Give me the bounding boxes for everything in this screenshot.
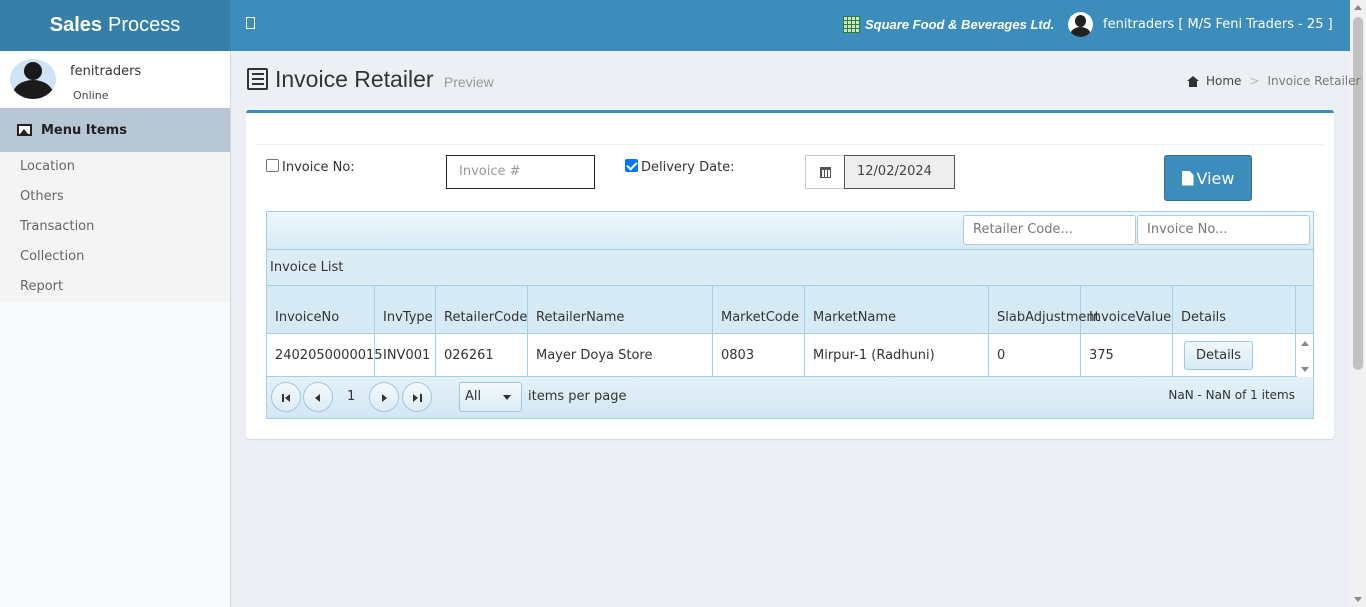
page-subtitle: Preview: [443, 74, 494, 90]
column-header-invoice-no[interactable]: Invoice No: [267, 286, 375, 333]
column-header-inv-type[interactable]: Inv Type: [375, 286, 436, 333]
cell-market-name: Mirpur-1 (Radhuni): [805, 334, 989, 376]
menu-header-label: Menu Items: [41, 122, 127, 138]
scroll-down-icon[interactable]: [1354, 597, 1362, 602]
image-icon: [17, 124, 32, 136]
top-navbar: Sales Process Square Food & Beverages Lt…: [0, 0, 1350, 51]
current-page[interactable]: 1: [347, 389, 355, 404]
sidebar-item-collection[interactable]: Collection: [0, 242, 230, 272]
breadcrumb: Home > Invoice Retailer: [1187, 74, 1360, 88]
user-menu-label: fenitraders [ M/S Feni Traders - 25 ]: [1103, 17, 1333, 32]
avatar: [10, 59, 56, 99]
brand-bold: Sales: [49, 14, 102, 36]
list-icon: [247, 68, 268, 90]
breadcrumb-current: Invoice Retailer: [1267, 74, 1361, 88]
invoice-grid: Retailer Code... Invoice No... Invoice L…: [266, 211, 1314, 419]
sidebar-user-name: fenitraders: [70, 64, 142, 79]
cell-slab-adjustment: 0: [989, 334, 1081, 376]
last-page-button[interactable]: [402, 382, 432, 412]
items-per-page-label: items per page: [528, 389, 627, 404]
page-scrollbar[interactable]: [1350, 0, 1366, 607]
sidebar-item-report[interactable]: Report: [0, 272, 230, 302]
delivery-date-label: Delivery Date:: [641, 160, 735, 175]
column-header-details: Details: [1173, 286, 1296, 333]
delivery-date-input[interactable]: 12/02/2024: [844, 155, 955, 189]
grid-pager: 1 All items per page NaN - NaN of 1 item…: [267, 377, 1313, 418]
sidebar-item-location[interactable]: Location: [0, 152, 230, 182]
invoice-no-label: Invoice No:: [282, 160, 355, 175]
menu-header[interactable]: Menu Items: [0, 108, 230, 152]
home-icon: [1187, 75, 1199, 87]
grid-scroll-up-icon[interactable]: [1301, 341, 1309, 346]
delivery-date-checkbox[interactable]: [625, 159, 638, 172]
calendar-icon[interactable]: [805, 155, 845, 189]
cell-retailer-code: 026261: [436, 334, 528, 376]
file-icon: [1181, 170, 1194, 186]
column-header-invoice-value[interactable]: Invoice Value: [1081, 286, 1173, 333]
grid-toolbar: Retailer Code... Invoice No...: [267, 212, 1313, 250]
page-size-select[interactable]: All: [459, 382, 522, 412]
column-header-market-code[interactable]: Market Code: [713, 286, 805, 333]
table-row[interactable]: 2402050000015 INV001 026261 Mayer Doya S…: [267, 334, 1313, 377]
user-avatar-icon: [1068, 12, 1093, 37]
user-menu[interactable]: fenitraders [ M/S Feni Traders - 25 ]: [1068, 12, 1333, 37]
invoice-no-input[interactable]: Invoice #: [446, 155, 595, 189]
breadcrumb-separator: >: [1249, 74, 1260, 88]
sidebar-toggle-icon[interactable]: [246, 17, 255, 29]
view-button-label: View: [1196, 168, 1235, 188]
user-status: Online: [73, 89, 109, 102]
box-divider: [256, 144, 1324, 145]
company-logo-icon: [843, 16, 860, 33]
first-page-icon: [282, 394, 284, 402]
cell-market-code: 0803: [713, 334, 805, 376]
sidebar-item-others[interactable]: Others: [0, 182, 230, 212]
prev-page-button[interactable]: [303, 382, 333, 412]
app-brand[interactable]: Sales Process: [0, 0, 230, 51]
scroll-up-icon[interactable]: [1354, 5, 1362, 10]
page-title-text: Invoice Retailer: [275, 66, 434, 92]
pager-info: NaN - NaN of 1 items: [1168, 388, 1295, 402]
cell-inv-type: INV001: [375, 334, 436, 376]
company-label: Square Food & Beverages Ltd.: [865, 17, 1055, 32]
breadcrumb-home[interactable]: Home: [1206, 74, 1241, 88]
invoice-box: Invoice No: Invoice # Delivery Date: 12/…: [246, 110, 1334, 439]
company-name: Square Food & Beverages Ltd.: [843, 16, 1054, 33]
page-title: Invoice Retailer Preview: [275, 66, 494, 93]
grid-scroll-down-icon[interactable]: [1301, 367, 1309, 372]
menu-list: Location Others Transaction Collection R…: [0, 152, 230, 302]
retailer-code-search-input[interactable]: Retailer Code...: [963, 215, 1136, 245]
column-header-retailer-name[interactable]: RetailerName: [528, 286, 713, 333]
grid-title: Invoice List: [267, 250, 1313, 286]
invoice-no-checkbox[interactable]: [266, 159, 279, 172]
cell-invoice-value: 375: [1081, 334, 1173, 376]
cell-invoice-no: 2402050000015: [267, 334, 383, 376]
next-page-button[interactable]: [369, 382, 399, 412]
column-header-retailer-code[interactable]: Retailer Code: [436, 286, 528, 333]
prev-page-icon: [315, 394, 320, 402]
brand-rest: Process: [108, 14, 181, 36]
sidebar-item-transaction[interactable]: Transaction: [0, 212, 230, 242]
sidebar: fenitraders Online Menu Items Location O…: [0, 51, 231, 607]
column-header-market-name[interactable]: Market Name: [805, 286, 989, 333]
next-page-icon: [382, 394, 387, 402]
user-panel: fenitraders Online: [0, 51, 230, 108]
details-button[interactable]: Details: [1184, 340, 1254, 370]
grid-header: Invoice No Inv Type Retailer Code RetailerN…: [267, 286, 1313, 334]
scroll-thumb[interactable]: [1353, 17, 1363, 370]
last-page-icon: [413, 394, 418, 402]
column-header-slab-adjustment[interactable]: Slab Adjustment: [989, 286, 1100, 333]
invoice-no-search-input[interactable]: Invoice No...: [1137, 215, 1310, 245]
view-button[interactable]: View: [1164, 155, 1252, 201]
cell-retailer-name: Mayer Doya Store: [528, 334, 713, 376]
grid-scrollbar[interactable]: [1297, 335, 1313, 378]
first-page-button[interactable]: [271, 382, 301, 412]
header-scroll-spacer: [1296, 286, 1313, 333]
cell-details: Details: [1173, 334, 1296, 376]
